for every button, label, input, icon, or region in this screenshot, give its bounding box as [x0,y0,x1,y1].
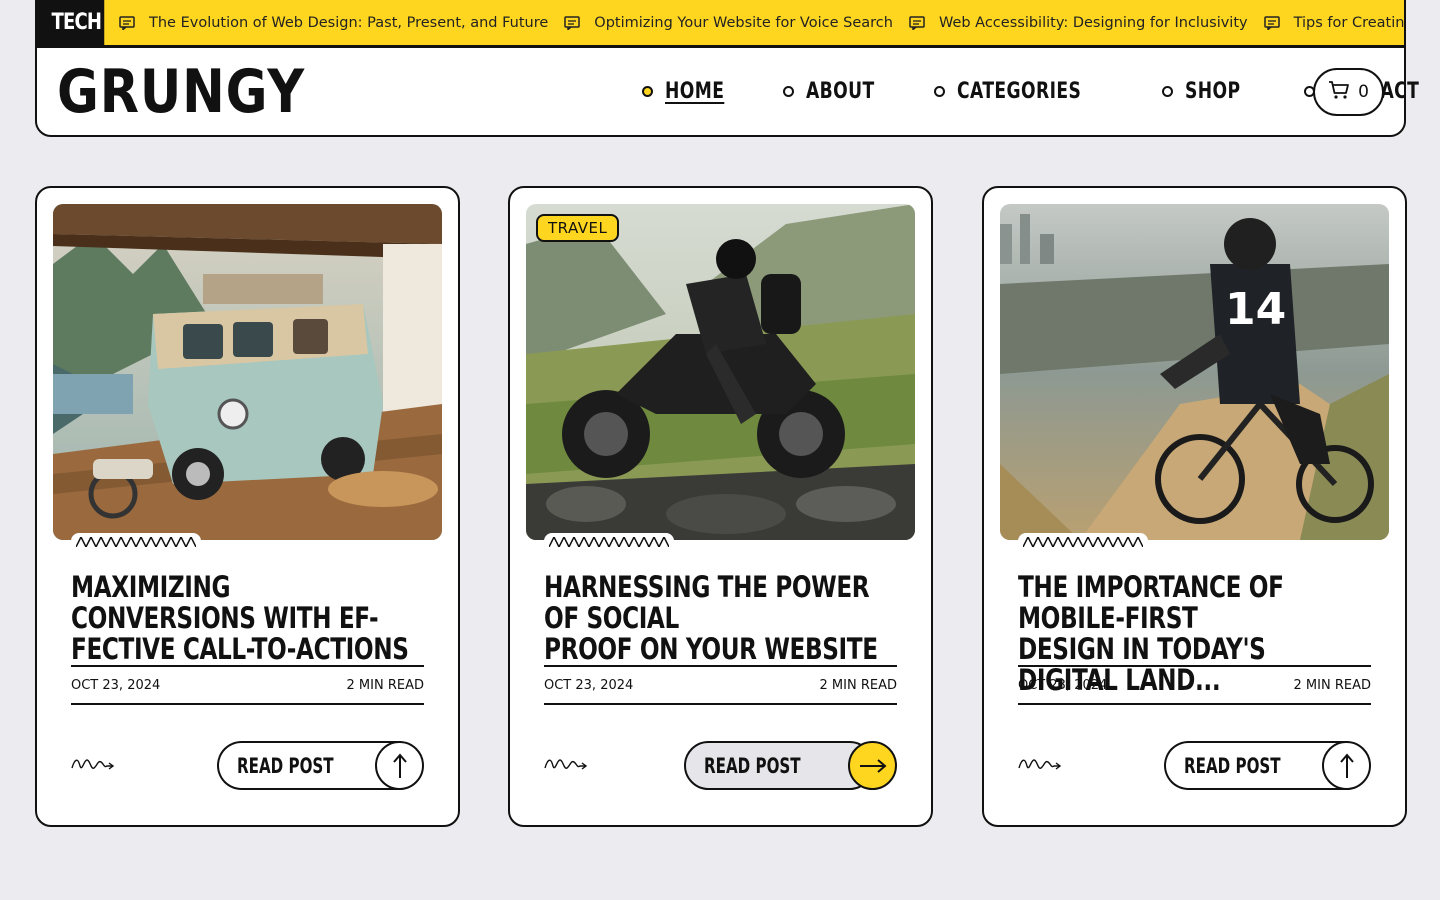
cart-button[interactable]: 0 [1313,68,1384,116]
read-post-label-box[interactable]: READ POST [216,741,401,790]
nav-item-about[interactable]: ABOUT [783,79,894,104]
post-image[interactable] [526,204,915,540]
read-post-label-box[interactable]: READ POST [1163,741,1348,790]
bullet-icon [1162,86,1174,97]
squiggle-arrow-icon [544,756,588,776]
post-read-time: 2 MIN READ [346,677,424,693]
cart-icon [1328,80,1350,105]
post-image[interactable] [53,204,442,540]
read-post-label: READ POST [703,753,801,778]
category-badge[interactable]: TRAVEL [536,214,620,242]
site-header: GRUNGY HOME ABOUT CATEGORIES SHOP CONTAC… [35,46,1419,137]
read-post-label-box[interactable]: READ POST [683,741,874,790]
comment-icon [1263,15,1280,30]
post-title-line: THE IMPORTANCE OF MOBILE-FIRST [1018,570,1284,635]
ticker-category-tag[interactable]: TECH [37,0,105,45]
post-title-line: FECTIVE CALL-TO-ACTIONS [71,632,409,666]
post-title-line: MAXIMIZING CONVERSIONS WITH EF- [71,570,379,635]
ticker-item[interactable]: The Evolution of Web Design: Past, Prese… [119,15,548,31]
zigzag-decoration [71,533,201,547]
squiggle-arrow-icon [1018,756,1062,776]
read-post-button[interactable]: READ POST [683,741,897,790]
arrow-right-icon[interactable] [848,741,897,790]
comment-icon [909,15,925,30]
nav-item-label: HOME [665,79,725,104]
ticker-item-label: Web Accessibility: Designing for Inclusi… [938,14,1248,31]
read-post-button[interactable]: READ POST [1163,741,1371,790]
zigzag-decoration [1018,533,1148,547]
read-post-label: READ POST [236,753,334,778]
post-title[interactable]: MAXIMIZING CONVERSIONS WITH EF- FECTIVE … [71,572,415,665]
cart-count: 0 [1358,82,1369,102]
post-date: OCT 23, 2024 [1018,677,1108,693]
nav-item-label: ABOUT [806,79,875,104]
nav-item-categories[interactable]: CATEGORIES [933,79,1116,104]
arrow-up-icon[interactable] [375,741,424,790]
read-post-button[interactable]: READ POST [216,741,424,790]
post-title[interactable]: HARNESSING THE POWER OF SOCIAL PROOF ON … [544,572,888,665]
comment-icon [564,15,581,30]
ticker-item-label: The Evolution of Web Design: Past, Prese… [149,14,549,31]
ticker-item[interactable]: Optimizing Your Website for Voice Search [564,15,893,31]
nav-item-home[interactable]: HOME [642,79,741,104]
news-ticker: TECH The Evolution of Web Design: Past, … [35,0,1406,47]
read-post-label: READ POST [1183,753,1281,778]
post-date: OCT 23, 2024 [71,677,161,693]
post-date: OCT 23, 2024 [544,677,634,693]
bullet-icon [933,86,945,97]
post-meta: OCT 23, 2024 2 MIN READ [71,665,424,705]
post-card: 14 THE IMPORTANCE OF MOBILE-FIRST DESIGN… [982,186,1407,827]
ticker-item-label: Tips for Creating SEO- [1293,14,1405,31]
post-image[interactable]: 14 [1000,204,1389,540]
post-read-time: 2 MIN READ [1293,677,1371,693]
post-card: MAXIMIZING CONVERSIONS WITH EF- FECTIVE … [35,186,460,827]
site-logo[interactable]: GRUNGY [57,61,305,123]
post-card: TRAVEL HARNESSING THE POWER OF SOCIAL PR… [508,186,933,827]
nav-item-label: CATEGORIES [956,79,1082,104]
squiggle-arrow-icon [71,756,115,776]
nav-item-shop[interactable]: SHOP [1162,79,1256,104]
ticker-item-label: Optimizing Your Website for Voice Search [594,14,893,31]
bullet-icon [783,86,795,97]
post-meta: OCT 23, 2024 2 MIN READ [1018,665,1371,705]
svg-text:14: 14 [1225,284,1286,335]
post-meta: OCT 23, 2024 2 MIN READ [544,665,897,705]
arrow-up-icon[interactable] [1322,741,1371,790]
post-title-line: HARNESSING THE POWER OF SOCIAL [544,570,870,635]
post-title-line: PROOF ON YOUR WEBSITE [544,632,878,666]
comment-icon [119,15,135,30]
bullet-icon [642,86,653,97]
zigzag-decoration [544,533,674,547]
post-read-time: 2 MIN READ [819,677,897,693]
nav-item-label: SHOP [1185,79,1241,104]
ticker-item[interactable]: Web Accessibility: Designing for Inclusi… [909,15,1248,31]
ticker-item[interactable]: Tips for Creating SEO- [1263,14,1405,31]
